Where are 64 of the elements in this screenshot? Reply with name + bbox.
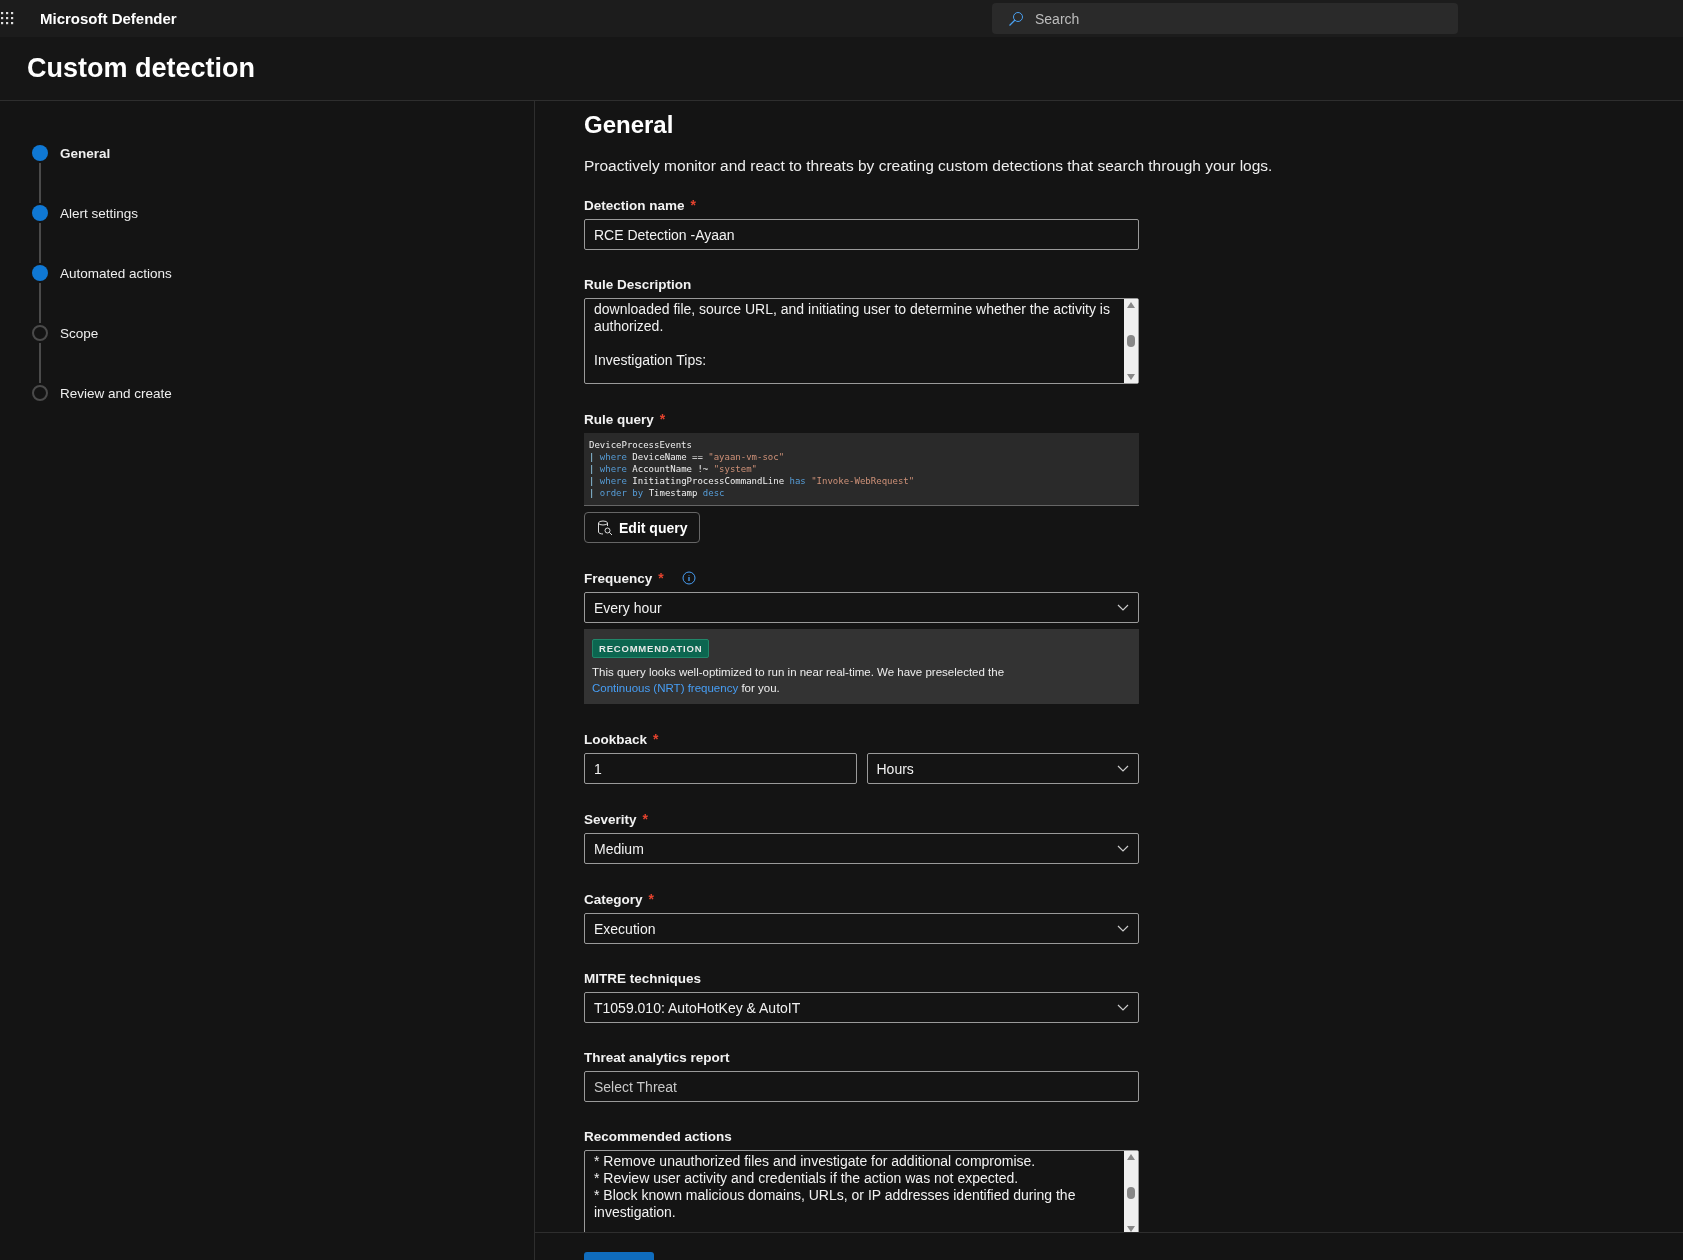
step-link[interactable]: General [60,145,111,161]
field-label: Rule query [584,411,654,427]
required-mark: * [648,891,654,907]
edit-query-button[interactable]: Edit query [584,512,701,543]
chevron-down-icon [1117,764,1129,773]
field-label: Rule Description [584,277,692,292]
field-label: Lookback [584,731,648,747]
info-icon[interactable] [681,571,696,585]
app-name: Microsoft Defender [40,10,177,27]
input-field[interactable]: RCE Detection -Ayaan [584,219,1139,250]
field-label: Severity [584,811,637,827]
scroll-down-icon[interactable] [1127,1226,1135,1232]
field-label: Detection name [584,197,685,213]
search-input[interactable]: Search [1033,9,1417,28]
scroll-thumb-icon[interactable] [1127,1187,1135,1199]
field-label: Threat analytics report [584,1050,730,1065]
dropdown[interactable]: Every hour [584,592,1139,623]
required-mark: * [658,570,664,586]
dropdown[interactable]: Execution [584,913,1139,944]
chevron-down-icon [1117,924,1129,933]
scroll-up-icon[interactable] [1127,1154,1135,1160]
scroll-thumb-icon[interactable] [1127,335,1135,347]
input-field[interactable]: Select Threat [584,1071,1139,1102]
field-label: Category [584,891,643,907]
frequency-link[interactable]: Continuous (NRT) frequency [592,682,739,694]
recommendation-text: This query looks well-optimized to run in near real-time. We have preselected the Continuous (NRT) frequency for you. [592,665,1006,696]
code-line: | order by Timestamp desc [589,487,726,499]
dropdown[interactable]: T1059.010: AutoHotKey & AutoIT [584,992,1139,1023]
search-icon [1008,10,1024,27]
required-mark: * [659,411,666,427]
scroll-down-icon[interactable] [1127,374,1135,380]
field-label: Recommended actions [584,1129,732,1144]
app-launcher-icon[interactable] [0,10,16,27]
required-mark: * [653,731,659,747]
chevron-down-icon [1117,603,1129,612]
code-line: DeviceProcessEvents [589,439,693,451]
scrollbar[interactable] [1124,299,1138,383]
text-area[interactable]: downloaded file, source URL, and initiating user to determine whether the activity is authorized. Investigation Tips: [584,298,1139,384]
text-area[interactable]: * Remove unauthorized files and investigate for additional compromise. * Review user activity and credentials if the action was not expected. * Block known malicious domains, URLs, or IP addresses identified during the investigation. [584,1150,1139,1232]
recommendation-badge: RECOMMENDATION [592,639,710,658]
scrollbar[interactable] [1124,1151,1138,1232]
step-link[interactable]: Scope [60,325,99,341]
dropdown[interactable]: Medium [584,833,1139,864]
code-line: | where AccountName !~ "system" [589,463,758,475]
step-link[interactable]: Review and create [60,385,172,401]
step-link[interactable]: Alert settings [60,205,139,221]
required-mark: * [642,811,648,827]
chevron-down-icon [1117,1003,1129,1012]
chevron-down-icon [1117,844,1129,853]
section-description: Proactively monitor and react to threats by creating custom detections that search through your logs. [584,157,1274,175]
query-editor[interactable]: DeviceProcessEvents | where DeviceName == "ayaan-vm-soc" | where AccountName !~ "system" | where InitiatingProcessCommandLine has "Invoke-WebRequest" | order by Timestamp desc [584,433,1139,506]
database-search-icon [597,519,613,536]
dropdown[interactable]: Hours [866,753,1139,784]
step-link[interactable]: Automated actions [60,265,172,281]
scroll-up-icon[interactable] [1127,302,1135,308]
field-label: Frequency [584,570,653,586]
required-mark: * [690,197,696,213]
input-field[interactable]: 1 [584,753,857,784]
search-field[interactable]: Search [992,3,1458,34]
code-line: | where DeviceName == "ayaan-vm-soc" [589,451,786,463]
page-title: Custom detection [27,53,255,84]
code-line: | where InitiatingProcessCommandLine has "Invoke-WebRequest" [589,475,916,487]
section-title: General [584,111,675,139]
field-label: MITRE techniques [584,971,701,986]
